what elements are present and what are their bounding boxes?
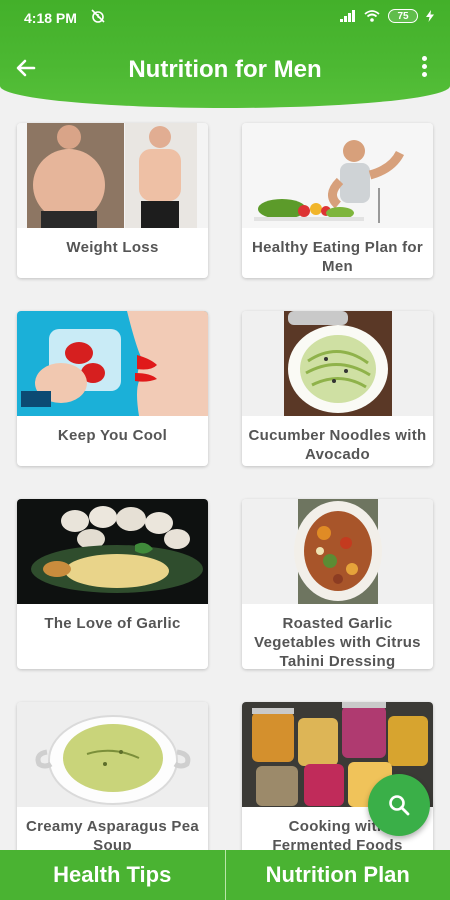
- card-roasted-garlic-vegetables[interactable]: Roasted Garlic Vegetables with Citrus Ta…: [242, 499, 433, 670]
- card-title: Weight Loss: [66, 239, 159, 256]
- card-title: Creamy Asparagus Pea Soup: [25, 818, 200, 850]
- status-bar: 4:18 PM 75: [0, 0, 450, 34]
- bottom-nav: Health Tips Nutrition Plan: [0, 850, 450, 900]
- card-image: [17, 499, 208, 604]
- nutrition-plan-button[interactable]: Nutrition Plan: [224, 850, 450, 900]
- status-icons: 75: [340, 9, 434, 23]
- card-cucumber-noodles[interactable]: Cucumber Noodles with Avocado: [242, 311, 433, 466]
- card-image: [17, 311, 208, 416]
- card-keep-you-cool[interactable]: Keep You Cool: [17, 311, 208, 466]
- article-grid: Weight Loss Healthy Eating Plan for Men: [0, 108, 450, 850]
- card-title: Keep You Cool: [57, 427, 168, 444]
- alarm-off-icon: [91, 9, 105, 23]
- card-title: Healthy Eating Plan for Men: [251, 239, 424, 275]
- card-healthy-eating-plan[interactable]: Healthy Eating Plan for Men: [242, 123, 433, 278]
- wifi-icon: [364, 10, 380, 22]
- card-image: [242, 311, 433, 416]
- card-weight-loss[interactable]: Weight Loss: [17, 123, 208, 278]
- card-image: [17, 702, 208, 807]
- card-title: Cucumber Noodles with Avocado: [248, 427, 427, 463]
- card-image: [17, 123, 208, 228]
- page-title: Nutrition for Men: [128, 56, 322, 83]
- signal-icon: [340, 10, 355, 22]
- app-header: 4:18 PM 75 Nutrition for Men: [0, 0, 450, 108]
- card-love-of-garlic[interactable]: The Love of Garlic: [17, 499, 208, 669]
- bolt-icon: [426, 10, 434, 22]
- health-tips-button[interactable]: Health Tips: [0, 850, 225, 900]
- card-title: Roasted Garlic Vegetables with Citrus Ta…: [254, 615, 421, 670]
- search-icon: [389, 795, 410, 816]
- search-fab[interactable]: [368, 774, 430, 836]
- card-asparagus-pea-soup[interactable]: Creamy Asparagus Pea Soup: [17, 702, 208, 850]
- battery-indicator: 75: [388, 9, 418, 23]
- card-image: [242, 499, 433, 604]
- more-vert-icon[interactable]: [420, 56, 428, 80]
- card-title: The Love of Garlic: [44, 615, 181, 632]
- status-time: 4:18 PM: [24, 10, 77, 26]
- card-image: [242, 123, 433, 228]
